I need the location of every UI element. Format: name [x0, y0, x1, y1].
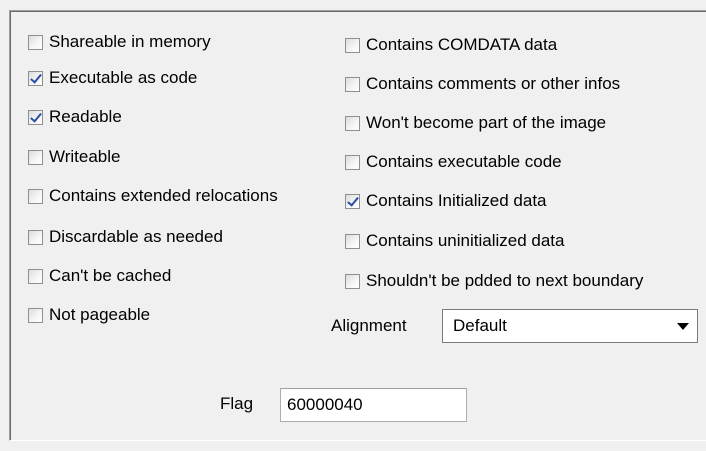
checkbox-label: Readable [49, 107, 122, 126]
checkbox-contains-comdata-data[interactable]: Contains COMDATA data [345, 34, 557, 56]
checkbox-shouldnt-be-padded[interactable]: Shouldn't be pdded to next boundary [345, 270, 643, 292]
checkbox-label: Contains extended relocations [49, 186, 278, 205]
checkbox-cant-be-cached[interactable]: Can't be cached [28, 265, 171, 287]
checkbox-box[interactable] [28, 307, 43, 323]
checkbox-box[interactable] [345, 76, 360, 92]
checkbox-label: Contains Initialized data [366, 191, 547, 210]
checkbox-box[interactable] [345, 37, 360, 53]
checkbox-label: Won't become part of the image [366, 113, 607, 132]
checkbox-label: Contains uninitialized data [366, 231, 565, 250]
checkbox-box[interactable] [28, 229, 43, 245]
checkbox-box[interactable] [28, 268, 43, 284]
checkbox-executable-as-code[interactable]: Executable as code [28, 67, 197, 89]
checkbox-box[interactable] [28, 188, 43, 204]
checkbox-shareable-in-memory[interactable]: Shareable in memory [28, 31, 211, 53]
alignment-selected-value: Default [453, 316, 507, 335]
checkbox-not-pageable[interactable]: Not pageable [28, 304, 150, 326]
checkbox-contains-initialized-data[interactable]: Contains Initialized data [345, 190, 547, 212]
checkbox-label: Discardable as needed [49, 227, 223, 246]
checkbox-box[interactable] [28, 70, 43, 86]
alignment-dropdown[interactable]: Default [442, 309, 698, 343]
checkbox-wont-become-part-of-image[interactable]: Won't become part of the image [345, 112, 606, 134]
alignment-label: Alignment [331, 316, 407, 335]
checkbox-box[interactable] [345, 273, 360, 289]
checkbox-readable[interactable]: Readable [28, 106, 122, 128]
checkbox-box[interactable] [345, 233, 360, 249]
flag-label: Flag [220, 394, 254, 413]
checkbox-writeable[interactable]: Writeable [28, 146, 121, 168]
checkbox-box[interactable] [28, 34, 43, 50]
flag-input[interactable] [280, 388, 467, 422]
checkbox-label: Contains COMDATA data [366, 35, 558, 54]
checkbox-contains-executable-code[interactable]: Contains executable code [345, 151, 562, 173]
checkbox-contains-comments[interactable]: Contains comments or other infos [345, 73, 620, 95]
checkbox-box[interactable] [28, 109, 43, 125]
checkbox-label: Contains comments or other infos [366, 74, 621, 93]
checkbox-label: Shareable in memory [49, 32, 211, 51]
checkbox-label: Not pageable [49, 305, 151, 324]
checkbox-label: Executable as code [49, 68, 198, 87]
checkbox-label: Contains executable code [366, 152, 562, 171]
checkbox-discardable-as-needed[interactable]: Discardable as needed [28, 226, 223, 248]
caret-down-icon [677, 322, 689, 330]
checkbox-label: Can't be cached [49, 266, 172, 285]
checkbox-label: Shouldn't be pdded to next boundary [366, 271, 644, 290]
dropdown-arrow-icon[interactable] [669, 310, 697, 342]
checkbox-contains-extended-relocations[interactable]: Contains extended relocations [28, 185, 278, 207]
checkbox-label: Writeable [49, 147, 121, 166]
checkbox-box[interactable] [345, 115, 360, 131]
checkbox-box[interactable] [345, 193, 360, 209]
checkbox-contains-uninitialized-data[interactable]: Contains uninitialized data [345, 230, 564, 252]
checkbox-box[interactable] [28, 149, 43, 165]
checkbox-box[interactable] [345, 154, 360, 170]
